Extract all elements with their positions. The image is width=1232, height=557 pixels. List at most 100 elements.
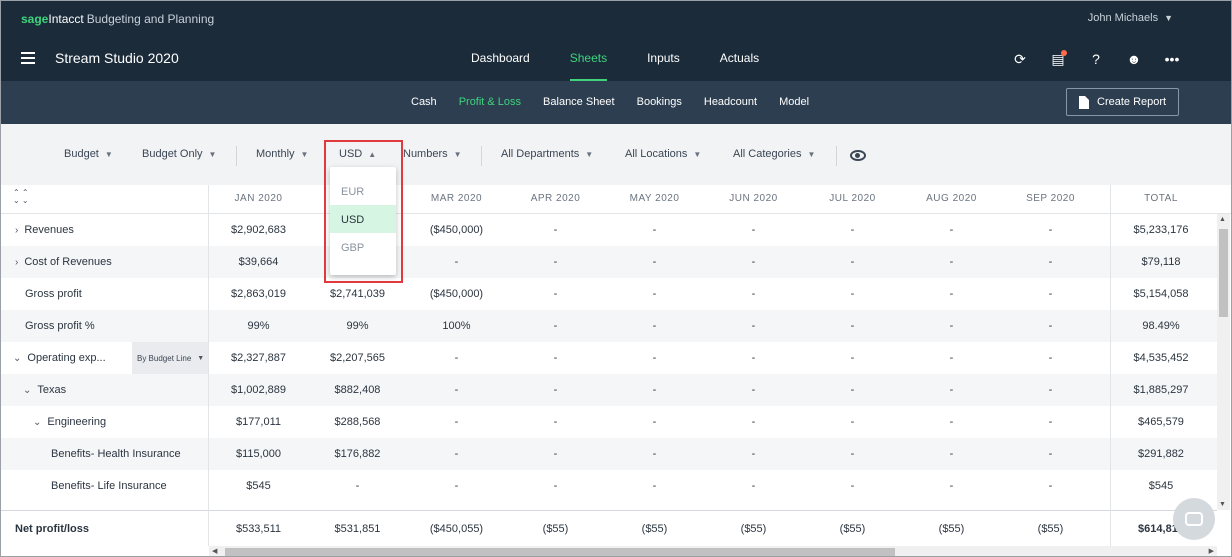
- tab-balance-sheet[interactable]: Balance Sheet: [543, 96, 615, 108]
- table-row[interactable]: Benefits- Health Insurance $115,000 $176,8…: [1, 438, 1217, 470]
- create-report-button[interactable]: Create Report: [1066, 88, 1179, 116]
- net-profit-cell[interactable]: $531,851: [308, 523, 407, 535]
- table-cell[interactable]: 99%: [209, 320, 308, 332]
- table-cell[interactable]: -: [1001, 448, 1100, 460]
- table-cell[interactable]: -: [902, 320, 1001, 332]
- tab-profit-loss[interactable]: Profit & Loss: [459, 96, 521, 108]
- table-cell[interactable]: -: [803, 480, 902, 492]
- table-cell[interactable]: -: [1001, 384, 1100, 396]
- locations-filter[interactable]: All Locations ▼: [625, 148, 701, 160]
- table-cell[interactable]: -: [1001, 288, 1100, 300]
- departments-filter[interactable]: All Departments ▼: [501, 148, 593, 160]
- mode-filter[interactable]: Budget Only ▼: [142, 148, 216, 160]
- table-cell[interactable]: -: [605, 288, 704, 300]
- scroll-up-icon[interactable]: ▲: [1219, 216, 1226, 223]
- table-cell[interactable]: -: [803, 320, 902, 332]
- net-profit-cell[interactable]: $533,511: [209, 523, 308, 535]
- row-label[interactable]: ⌄ Engineering: [33, 416, 106, 428]
- table-cell[interactable]: -: [1001, 416, 1100, 428]
- table-cell[interactable]: -: [506, 256, 605, 268]
- table-cell[interactable]: $2,902,683: [209, 224, 308, 236]
- scenario-filter[interactable]: Budget ▼: [64, 148, 113, 160]
- table-cell[interactable]: -: [407, 352, 506, 364]
- table-cell[interactable]: $176,882: [308, 448, 407, 460]
- table-cell[interactable]: -: [704, 352, 803, 364]
- table-cell[interactable]: $2,327,887: [209, 352, 308, 364]
- clipboard-icon[interactable]: ▤: [1049, 50, 1067, 68]
- row-label[interactable]: › Cost of Revenues: [15, 256, 112, 268]
- table-cell[interactable]: -: [605, 256, 704, 268]
- table-cell[interactable]: -: [407, 448, 506, 460]
- table-row[interactable]: ⌄ Texas $1,002,889 $882,408- - - - - - - $1,885,29…: [1, 374, 1217, 406]
- table-cell[interactable]: -: [902, 448, 1001, 460]
- table-cell[interactable]: -: [704, 416, 803, 428]
- table-cell[interactable]: 100%: [407, 320, 506, 332]
- vertical-scrollbar[interactable]: ▲ ▼: [1217, 214, 1230, 510]
- table-cell[interactable]: -: [803, 416, 902, 428]
- table-cell[interactable]: -: [506, 288, 605, 300]
- table-cell[interactable]: $115,000: [209, 448, 308, 460]
- table-row[interactable]: ⌄ Engineering $177,011 $288,568- - - - - - - $465,…: [1, 406, 1217, 438]
- net-profit-cell[interactable]: ($55): [902, 523, 1001, 535]
- tab-bookings[interactable]: Bookings: [637, 96, 682, 108]
- table-cell[interactable]: -: [506, 416, 605, 428]
- table-row[interactable]: ›Revenues$2,902,683$2,741,039($450,000)-…: [1, 214, 1217, 246]
- chevron-down-icon[interactable]: ⌄: [23, 385, 31, 396]
- refresh-icon[interactable]: ⟳: [1011, 50, 1029, 68]
- horizontal-scrollbar[interactable]: ◀ ▶: [209, 546, 1217, 556]
- table-row[interactable]: Gross profit % 99% 99% 100% - - - - - -98.49%: [1, 310, 1217, 342]
- table-cell[interactable]: $39,664: [209, 256, 308, 268]
- table-cell[interactable]: 99%: [308, 320, 407, 332]
- table-cell[interactable]: -: [902, 352, 1001, 364]
- table-cell[interactable]: -: [605, 224, 704, 236]
- row-label[interactable]: ⌄ Operating exp...: [13, 352, 106, 364]
- net-profit-cell[interactable]: ($450,055): [407, 523, 506, 535]
- table-cell[interactable]: -: [704, 384, 803, 396]
- table-cell[interactable]: -: [704, 448, 803, 460]
- table-row[interactable]: Gross profit $2,863,019 $2,741,039 ($450,00…: [1, 278, 1217, 310]
- table-row[interactable]: › Cost of Revenues $39,664- - - - - - - $79,118: [1, 246, 1217, 278]
- net-profit-cell[interactable]: ($55): [803, 523, 902, 535]
- table-cell[interactable]: -: [1001, 256, 1100, 268]
- table-cell[interactable]: $1,002,889: [209, 384, 308, 396]
- table-cell[interactable]: -: [605, 320, 704, 332]
- table-cell[interactable]: -: [506, 224, 605, 236]
- table-row[interactable]: ⌄ Operating exp... By Budget Line ▼ $2,327,8…: [1, 342, 1217, 374]
- chevron-down-icon[interactable]: ⌄: [13, 353, 21, 364]
- table-cell[interactable]: $177,011: [209, 416, 308, 428]
- table-cell[interactable]: -: [803, 288, 902, 300]
- scroll-right-icon[interactable]: ▶: [1209, 547, 1214, 555]
- table-row[interactable]: Benefits- Life Insurance $545- - - - - - - - $545: [1, 470, 1217, 502]
- table-cell[interactable]: -: [506, 448, 605, 460]
- table-cell[interactable]: -: [605, 352, 704, 364]
- table-cell[interactable]: -: [605, 448, 704, 460]
- table-cell[interactable]: -: [902, 480, 1001, 492]
- table-cell[interactable]: -: [407, 480, 506, 492]
- net-profit-cell[interactable]: ($55): [506, 523, 605, 535]
- table-cell[interactable]: -: [803, 224, 902, 236]
- table-cell[interactable]: $545: [209, 480, 308, 492]
- table-cell[interactable]: $288,568: [308, 416, 407, 428]
- table-cell[interactable]: -: [1001, 224, 1100, 236]
- table-cell[interactable]: $2,741,039: [308, 288, 407, 300]
- scroll-thumb[interactable]: [225, 548, 895, 556]
- menu-icon[interactable]: [21, 52, 35, 64]
- tab-actuals[interactable]: Actuals: [720, 51, 759, 81]
- table-cell[interactable]: -: [803, 384, 902, 396]
- table-cell[interactable]: -: [605, 384, 704, 396]
- table-cell[interactable]: -: [308, 480, 407, 492]
- chevron-right-icon[interactable]: ›: [15, 257, 18, 268]
- eye-icon[interactable]: [850, 150, 866, 161]
- users-icon[interactable]: ☻: [1125, 50, 1143, 68]
- categories-filter[interactable]: All Categories ▼: [733, 148, 815, 160]
- table-cell[interactable]: -: [704, 256, 803, 268]
- format-filter[interactable]: Numbers ▼: [403, 148, 462, 160]
- table-cell[interactable]: -: [1001, 480, 1100, 492]
- table-cell[interactable]: -: [506, 320, 605, 332]
- table-cell[interactable]: -: [704, 320, 803, 332]
- row-label[interactable]: › Revenues: [15, 224, 74, 236]
- table-cell[interactable]: -: [605, 416, 704, 428]
- table-cell[interactable]: $2,863,019: [209, 288, 308, 300]
- table-cell[interactable]: ($450,000): [407, 224, 506, 236]
- expand-collapse-icon[interactable]: ⌃ ⌃ ⌄ ⌄: [13, 189, 29, 205]
